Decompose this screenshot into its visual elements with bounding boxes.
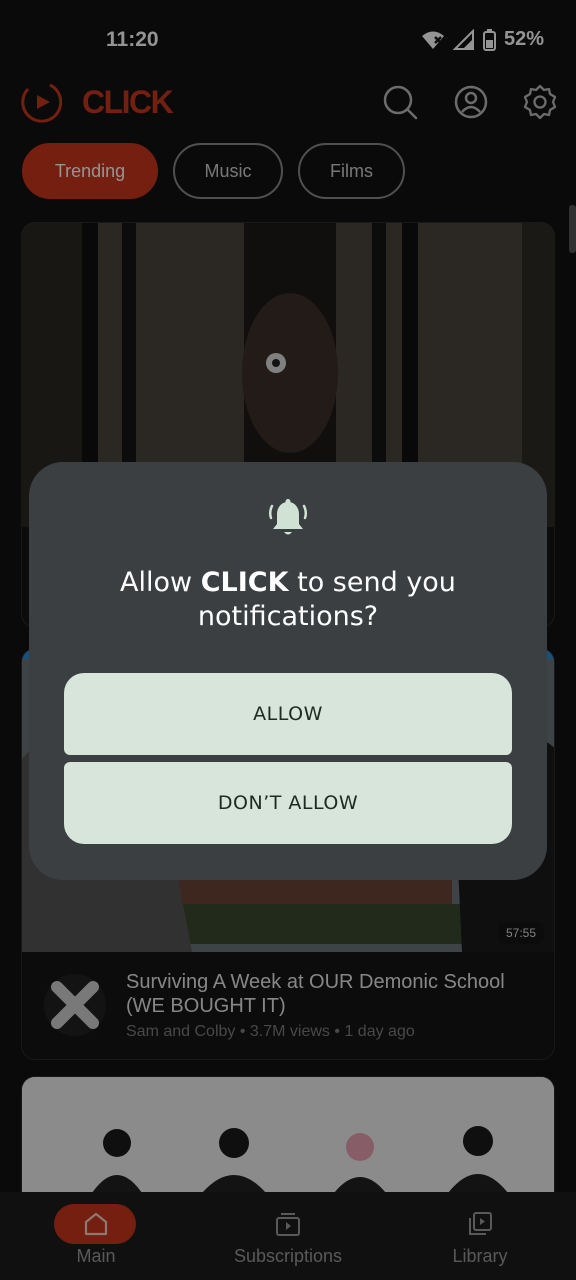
bell-icon [268, 499, 308, 535]
dont-allow-button[interactable]: DON’T ALLOW [64, 762, 512, 844]
allow-button[interactable]: ALLOW [64, 673, 512, 755]
app-name: CLICK [200, 567, 289, 598]
dialog-title: Allow CLICK to send you notifications? [120, 567, 456, 632]
notification-permission-dialog: Allow CLICK to send you notifications? A… [29, 462, 547, 880]
